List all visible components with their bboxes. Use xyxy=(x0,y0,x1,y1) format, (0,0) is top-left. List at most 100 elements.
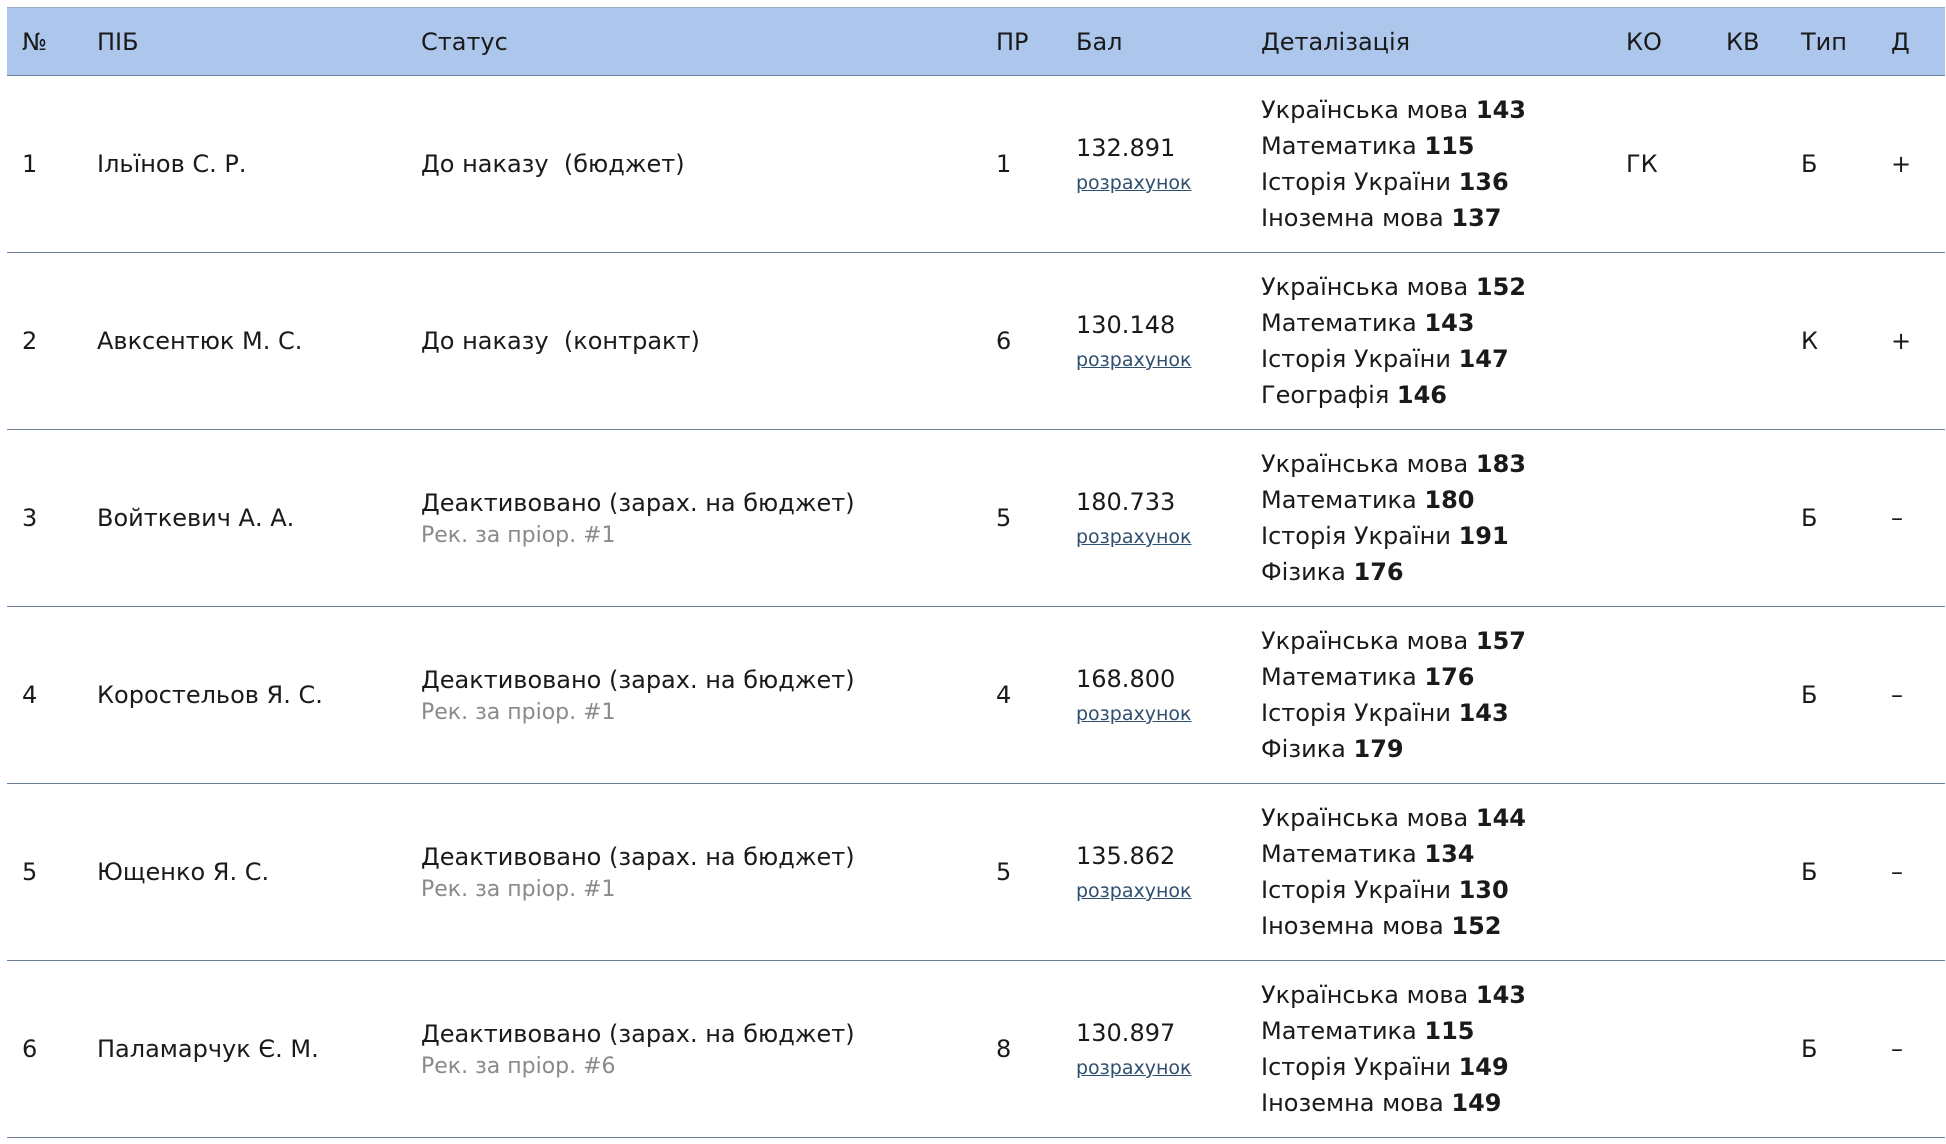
applicants-table-container: № ПІБ Статус ПР Бал Деталізація КО КВ Ти… xyxy=(7,7,1945,1138)
score-value: 168.800 xyxy=(1076,665,1176,693)
cell-name: Авксентюк М. С. xyxy=(82,252,406,430)
cell-priority: 8 xyxy=(981,960,1061,1138)
cell-type: Б xyxy=(1786,75,1876,253)
cell-status: Деактивовано (зарах. на бюджет) Рек. за п… xyxy=(406,606,981,784)
detail-subject: Історія України xyxy=(1261,876,1451,904)
detail-subject: Українська мова xyxy=(1261,627,1469,655)
cell-details: Українська мова 183 Математика 180 Історія… xyxy=(1246,429,1611,607)
cell-number: 4 xyxy=(7,606,82,784)
cell-details: Українська мова 143 Математика 115 Історія… xyxy=(1246,960,1611,1138)
cell-priority: 1 xyxy=(981,75,1061,253)
detail-score: 143 xyxy=(1458,699,1509,727)
detail-line: Математика 115 xyxy=(1261,1013,1611,1049)
cell-kv xyxy=(1711,960,1786,1138)
cell-name: Ющенко Я. С. xyxy=(82,783,406,961)
detail-line: Українська мова 143 xyxy=(1261,977,1611,1013)
detail-score: 157 xyxy=(1475,627,1526,655)
cell-d: + xyxy=(1876,252,1945,430)
cell-score: 130.148 розрахунок xyxy=(1061,252,1246,430)
cell-d: – xyxy=(1876,783,1945,961)
cell-d: – xyxy=(1876,429,1945,607)
detail-subject: Математика xyxy=(1261,309,1417,337)
cell-score: 132.891 розрахунок xyxy=(1061,75,1246,253)
score-value: 135.862 xyxy=(1076,842,1176,870)
score-value: 180.733 xyxy=(1076,488,1176,516)
cell-status: До наказу (бюджет) xyxy=(406,75,981,253)
table-row: 5 Ющенко Я. С. Деактивовано (зарах. на бюд… xyxy=(7,783,1945,961)
cell-details: Українська мова 157 Математика 176 Історія… xyxy=(1246,606,1611,784)
detail-subject: Фізика xyxy=(1261,735,1346,763)
status-text: До наказу (контракт) xyxy=(421,327,700,355)
detail-score: 176 xyxy=(1424,663,1475,691)
applicants-table: № ПІБ Статус ПР Бал Деталізація КО КВ Ти… xyxy=(7,7,1945,1138)
detail-score: 115 xyxy=(1424,1017,1475,1045)
cell-kv xyxy=(1711,606,1786,784)
cell-priority: 5 xyxy=(981,783,1061,961)
cell-status: Деактивовано (зарах. на бюджет) Рек. за п… xyxy=(406,783,981,961)
column-header-kv: КВ xyxy=(1711,7,1786,76)
cell-kv xyxy=(1711,75,1786,253)
detail-subject: Історія України xyxy=(1261,1053,1451,1081)
cell-number: 5 xyxy=(7,783,82,961)
cell-ko xyxy=(1611,783,1711,961)
cell-details: Українська мова 143 Математика 115 Історія… xyxy=(1246,75,1611,253)
detail-line: Іноземна мова 137 xyxy=(1261,200,1611,236)
detail-subject: Українська мова xyxy=(1261,981,1469,1009)
calculation-link[interactable]: розрахунок xyxy=(1076,703,1246,725)
detail-line: Історія України 147 xyxy=(1261,341,1611,377)
detail-subject: Історія України xyxy=(1261,699,1451,727)
detail-line: Історія України 149 xyxy=(1261,1049,1611,1085)
detail-line: Математика 143 xyxy=(1261,305,1611,341)
detail-score: 136 xyxy=(1458,168,1509,196)
detail-line: Українська мова 144 xyxy=(1261,800,1611,836)
status-note: Рек. за пріор. #1 xyxy=(421,876,616,902)
status-text: До наказу (бюджет) xyxy=(421,150,685,178)
table-row: 1 Ільїнов С. Р. До наказу (бюджет) 1 132.891… xyxy=(7,75,1945,253)
cell-priority: 4 xyxy=(981,606,1061,784)
cell-score: 180.733 розрахунок xyxy=(1061,429,1246,607)
cell-name: Ільїнов С. Р. xyxy=(82,75,406,253)
detail-score: 176 xyxy=(1353,558,1404,586)
detail-score: 179 xyxy=(1353,735,1404,763)
cell-d: + xyxy=(1876,75,1945,253)
status-text: Деактивовано (зарах. на бюджет) xyxy=(421,665,855,694)
column-header-type: Тип xyxy=(1786,7,1876,76)
cell-details: Українська мова 144 Математика 134 Історія… xyxy=(1246,783,1611,961)
calculation-link[interactable]: розрахунок xyxy=(1076,349,1246,371)
detail-line: Українська мова 183 xyxy=(1261,446,1611,482)
detail-subject: Українська мова xyxy=(1261,450,1469,478)
table-row: 3 Войткевич А. А. Деактивовано (зарах. на … xyxy=(7,429,1945,607)
detail-subject: Математика xyxy=(1261,486,1417,514)
column-header-d: Д xyxy=(1876,7,1945,76)
detail-subject: Фізика xyxy=(1261,558,1346,586)
calculation-link[interactable]: розрахунок xyxy=(1076,172,1246,194)
detail-subject: Математика xyxy=(1261,1017,1417,1045)
cell-type: Б xyxy=(1786,606,1876,784)
detail-score: 130 xyxy=(1458,876,1509,904)
detail-score: 191 xyxy=(1458,522,1509,550)
column-header-ko: КО xyxy=(1611,7,1711,76)
cell-kv xyxy=(1711,783,1786,961)
cell-score: 168.800 розрахунок xyxy=(1061,606,1246,784)
detail-line: Математика 180 xyxy=(1261,482,1611,518)
detail-score: 143 xyxy=(1475,96,1526,124)
detail-line: Фізика 179 xyxy=(1261,731,1611,767)
cell-ko xyxy=(1611,606,1711,784)
cell-type: Б xyxy=(1786,783,1876,961)
detail-line: Історія України 130 xyxy=(1261,872,1611,908)
cell-priority: 5 xyxy=(981,429,1061,607)
cell-number: 6 xyxy=(7,960,82,1138)
calculation-link[interactable]: розрахунок xyxy=(1076,1057,1246,1079)
detail-score: 146 xyxy=(1396,381,1448,409)
calculation-link[interactable]: розрахунок xyxy=(1076,526,1246,548)
calculation-link[interactable]: розрахунок xyxy=(1076,880,1246,902)
cell-kv xyxy=(1711,429,1786,607)
cell-type: Б xyxy=(1786,429,1876,607)
detail-score: 147 xyxy=(1458,345,1509,373)
cell-details: Українська мова 152 Математика 143 Історія… xyxy=(1246,252,1611,430)
detail-line: Математика 115 xyxy=(1261,128,1611,164)
cell-priority: 6 xyxy=(981,252,1061,430)
cell-name: Паламарчук Є. М. xyxy=(82,960,406,1138)
detail-line: Математика 176 xyxy=(1261,659,1611,695)
detail-subject: Математика xyxy=(1261,840,1417,868)
